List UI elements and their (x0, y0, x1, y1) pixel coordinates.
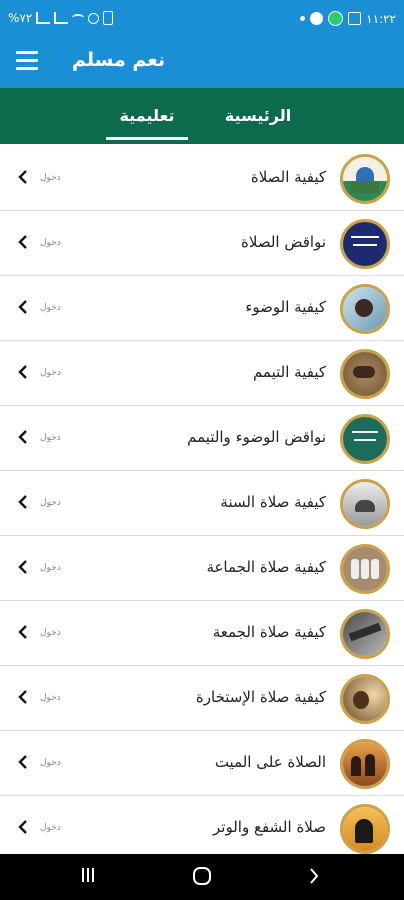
alarm-icon (88, 12, 100, 24)
chevron-left-icon (16, 427, 30, 447)
signal-icon (54, 12, 69, 24)
battery-icon (103, 11, 114, 25)
list-item-label: كيفية صلاة السنة (220, 493, 326, 511)
list-item-label: كيفية صلاة الإستخارة (195, 688, 326, 706)
list-item[interactable]: كيفية الوضوء دخول (0, 276, 404, 341)
status-time: ١١:٢٢ (366, 11, 396, 26)
chevron-left-icon (16, 622, 30, 642)
list-item[interactable]: كيفية صلاة السنة دخول (0, 471, 404, 536)
hamburger-icon[interactable] (16, 51, 38, 71)
tab-educational[interactable]: تعليمية (106, 106, 188, 125)
list-item[interactable]: كيفية الصلاة دخول (0, 146, 404, 211)
enter-label: دخول (40, 498, 61, 508)
calligraphy-thumb (340, 414, 390, 464)
status-left: %٧٢ (8, 11, 114, 25)
active-tab-indicator (106, 137, 188, 140)
enter-label: دخول (40, 563, 61, 573)
home-icon[interactable] (192, 866, 212, 890)
tab-bar: الرئيسية تعليمية (0, 88, 404, 144)
list-item-label: كيفية صلاة الجماعة (206, 558, 326, 576)
dot-icon (300, 16, 306, 21)
list-item-label: نواقض الوضوء والتيمم (187, 428, 326, 446)
witr-thumb (340, 804, 390, 854)
chevron-left-icon (16, 362, 30, 382)
enter-label: دخول (40, 628, 61, 638)
chevron-left-icon (16, 557, 30, 577)
phone-icon (310, 12, 324, 25)
whatsapp-icon (328, 11, 344, 26)
list-item-label: كيفية الصلاة (250, 168, 326, 186)
battery-percent: %٧٢ (8, 11, 33, 25)
chevron-left-icon (16, 687, 30, 707)
mosque-thumb (340, 154, 390, 204)
list-item-label: الصلاة على الميت (214, 753, 326, 771)
system-nav-bar (0, 854, 404, 900)
chevron-left-icon (16, 297, 30, 317)
app-bar: نعم مسلم (0, 38, 404, 88)
status-right: ١١:٢٢ (300, 11, 396, 26)
app-title: نعم مسلم (72, 49, 166, 71)
list-item[interactable]: نواقض الوضوء والتيمم دخول (0, 406, 404, 471)
list-item[interactable]: كيفية التيمم دخول (0, 341, 404, 406)
chevron-left-icon (16, 752, 30, 772)
list-item[interactable]: صلاة الشفع والوتر دخول (0, 796, 404, 854)
tab-home[interactable]: الرئيسية (222, 106, 294, 125)
back-icon[interactable] (308, 866, 320, 890)
list-item-label: كيفية صلاة الجمعة (212, 623, 326, 641)
funeral-thumb (340, 739, 390, 789)
enter-label: دخول (40, 823, 61, 833)
enter-label: دخول (40, 433, 61, 443)
list-item-label: كيفية التيمم (252, 363, 326, 381)
list-item[interactable]: كيفية صلاة الإستخارة دخول (0, 666, 404, 731)
enter-label: دخول (40, 303, 61, 313)
enter-label: دخول (40, 238, 61, 248)
wifi-icon (72, 14, 85, 22)
congregation-thumb (340, 544, 390, 594)
list-item-label: نواقض الصلاة (241, 233, 326, 251)
chevron-left-icon (16, 232, 30, 252)
enter-label: دخول (40, 173, 61, 183)
chevron-left-icon (16, 817, 30, 837)
tayammum-thumb (340, 349, 390, 399)
recents-icon[interactable] (80, 866, 96, 888)
image-icon (348, 12, 362, 25)
calligraphy-thumb (340, 219, 390, 269)
list-item[interactable]: نواقض الصلاة دخول (0, 211, 404, 276)
lesson-list: كيفية الصلاة دخول نواقض الصلاة دخول كيفي… (0, 146, 404, 854)
enter-label: دخول (40, 758, 61, 768)
status-bar: %٧٢ ١١:٢٢ (0, 0, 404, 38)
list-item[interactable]: كيفية صلاة الجمعة دخول (0, 601, 404, 666)
chevron-left-icon (16, 167, 30, 187)
list-item[interactable]: كيفية صلاة الجماعة دخول (0, 536, 404, 601)
prayer-thumb (340, 479, 390, 529)
wudu-thumb (340, 284, 390, 334)
chevron-left-icon (16, 492, 30, 512)
list-item-label: صلاة الشفع والوتر (213, 818, 326, 836)
friday-thumb (340, 609, 390, 659)
enter-label: دخول (40, 368, 61, 378)
list-item[interactable]: الصلاة على الميت دخول (0, 731, 404, 796)
list-item-label: كيفية الوضوء (245, 298, 326, 316)
enter-label: دخول (40, 693, 61, 703)
istikhara-thumb (340, 674, 390, 724)
signal-icon (36, 12, 51, 24)
